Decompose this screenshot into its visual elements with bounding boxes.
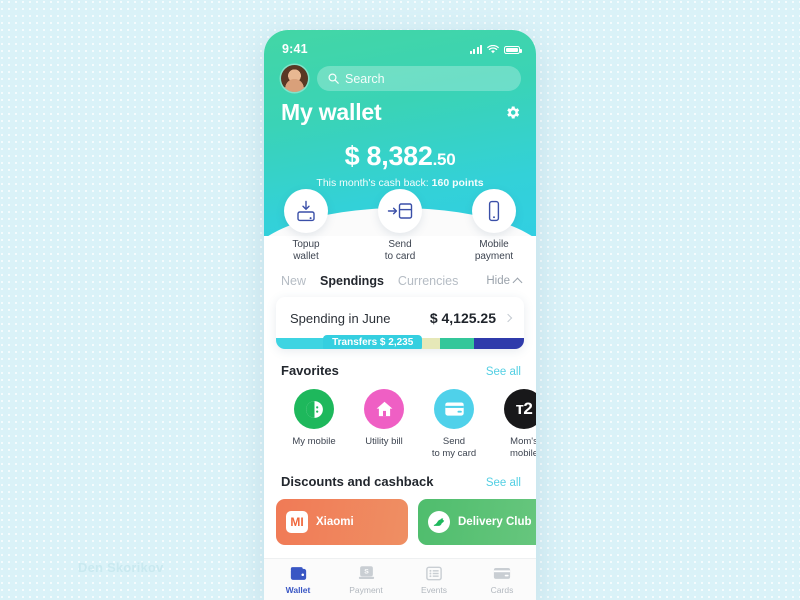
favorite-moms-mobile[interactable]: т2 Mom's mobile [498,389,536,460]
discounts-title: Discounts and cashback [281,474,434,490]
cards-icon [493,568,511,579]
balance-amount: $ 8,382.50 [264,141,536,172]
quick-actions: Topup wallet Send to card Mobile payment [264,189,536,263]
favorite-send-to-my-card[interactable]: Send to my card [428,389,480,460]
search-icon [328,73,339,84]
cashback-text: This month's cash back: 160 points [264,177,536,189]
chevron-right-icon [503,314,513,323]
discounts-see-all[interactable]: See all [486,477,521,489]
tab-new[interactable]: New [281,274,306,288]
wifi-icon [487,44,499,53]
favorite-label: My mobile [292,436,336,448]
wallet-icon [290,566,306,580]
mi-logo-icon: MI [286,511,308,534]
page-title: My wallet [281,99,382,125]
favorites-list: My mobile Utility bill Send to my card т… [264,378,536,460]
cashback-value: 160 points [431,177,484,189]
discount-name: Delivery Club [458,516,532,529]
action-send-to-card[interactable]: Send to card [369,189,431,263]
svg-text:S: S [364,569,369,576]
balance-currency: $ [344,141,360,171]
balance-block: $ 8,382.50 This month's cash back: 160 p… [264,141,536,189]
bar-segment-food [439,338,475,350]
action-label: Topup wallet [275,239,337,263]
hide-label: Hide [486,275,510,288]
topup-wallet-icon [297,200,315,222]
nav-payment[interactable]: S Payment [332,565,400,595]
payment-icon: S [358,566,374,579]
favorite-label: Mom's mobile [498,436,536,460]
balance-whole: 8,382 [366,141,433,171]
action-label-line2: wallet [293,251,319,263]
tab-bar: New Spendings Currencies Hide [264,263,536,288]
spending-label: Spending in June [290,310,391,326]
bird-logo-icon [428,511,450,534]
search-placeholder: Search [345,71,385,86]
tab-currencies[interactable]: Currencies [398,274,458,288]
discount-card-xiaomi[interactable]: MI Xiaomi [276,499,408,546]
battery-icon [504,45,522,54]
hide-button[interactable]: Hide [486,275,523,288]
mobile-payment-icon [488,200,500,222]
favorite-label-line1: Mom's [510,436,536,448]
favorite-label: Utility bill [365,436,403,448]
tab-spendings[interactable]: Spendings [320,274,384,288]
status-time: 9:41 [282,42,308,56]
tele2-icon: т2 [515,399,533,419]
header-top-bar: Search [264,58,536,92]
nav-events[interactable]: Events [400,565,468,595]
nav-label: Events [421,584,447,595]
discount-name: Xiaomi [316,516,354,529]
action-label-line1: Topup [292,239,320,250]
favorite-label: Send to my card [428,436,480,460]
credit-card-icon [444,402,464,416]
favorites-see-all[interactable]: See all [486,366,521,378]
favorite-icon-wrap [364,389,404,430]
avatar[interactable] [281,65,308,92]
nav-label: Cards [490,584,514,595]
favorite-utility-bill[interactable]: Utility bill [358,389,410,460]
cashback-prefix: This month's cash back: [316,177,432,189]
favorite-label-line2: mobile [510,448,536,460]
status-bar: 9:41 [264,30,536,58]
discounts-list: MI Xiaomi Delivery Club [264,489,536,546]
nav-wallet[interactable]: Wallet [264,565,332,595]
action-label-line1: Mobile [479,239,509,250]
action-label: Mobile payment [463,239,525,263]
gear-icon[interactable] [504,104,521,121]
favorite-icon-wrap [434,389,474,430]
action-mobile-payment[interactable]: Mobile payment [463,189,525,263]
balance-cents: .50 [432,150,456,169]
spending-card[interactable]: Spending in June $ 4,125.25 Transfers $ … [276,297,524,350]
action-label: Send to card [369,239,431,263]
phone-frame: 9:41 Search My wallet $ 8,382.50 This mo… [264,30,536,600]
bar-tooltip: Transfers $ 2,235 [323,335,423,350]
bar-segment-other [474,338,524,350]
spending-bar: Transfers $ 2,235 [276,335,524,350]
search-input[interactable]: Search [317,66,521,91]
nav-label: Wallet [285,584,311,595]
signal-bars-icon [469,44,482,54]
megafon-icon [305,400,323,418]
bottom-nav: Wallet S Payment Events Cards [264,558,536,600]
favorite-icon-wrap [294,389,334,430]
favorite-label-line2: to my card [431,448,477,460]
spending-amount: $ 4,125.25 [429,310,496,327]
action-topup-wallet[interactable]: Topup wallet [275,189,337,263]
action-label-line2: to card [384,251,416,263]
favorite-icon-wrap: т2 [504,389,536,430]
send-to-card-icon [387,203,413,219]
nav-label: Payment [349,584,383,595]
events-icon [426,566,442,580]
nav-cards[interactable]: Cards [468,565,536,595]
action-label-line1: Send [388,239,412,250]
house-icon [376,401,392,417]
discount-card-delivery-club[interactable]: Delivery Club [418,499,536,546]
favorite-label-line1: Send [442,436,466,448]
favorite-my-mobile[interactable]: My mobile [288,389,340,460]
watermark: Den Skorikov [78,560,164,575]
action-label-line2: payment [474,251,514,263]
favorites-title: Favorites [281,363,339,379]
chevron-up-icon [512,277,523,288]
